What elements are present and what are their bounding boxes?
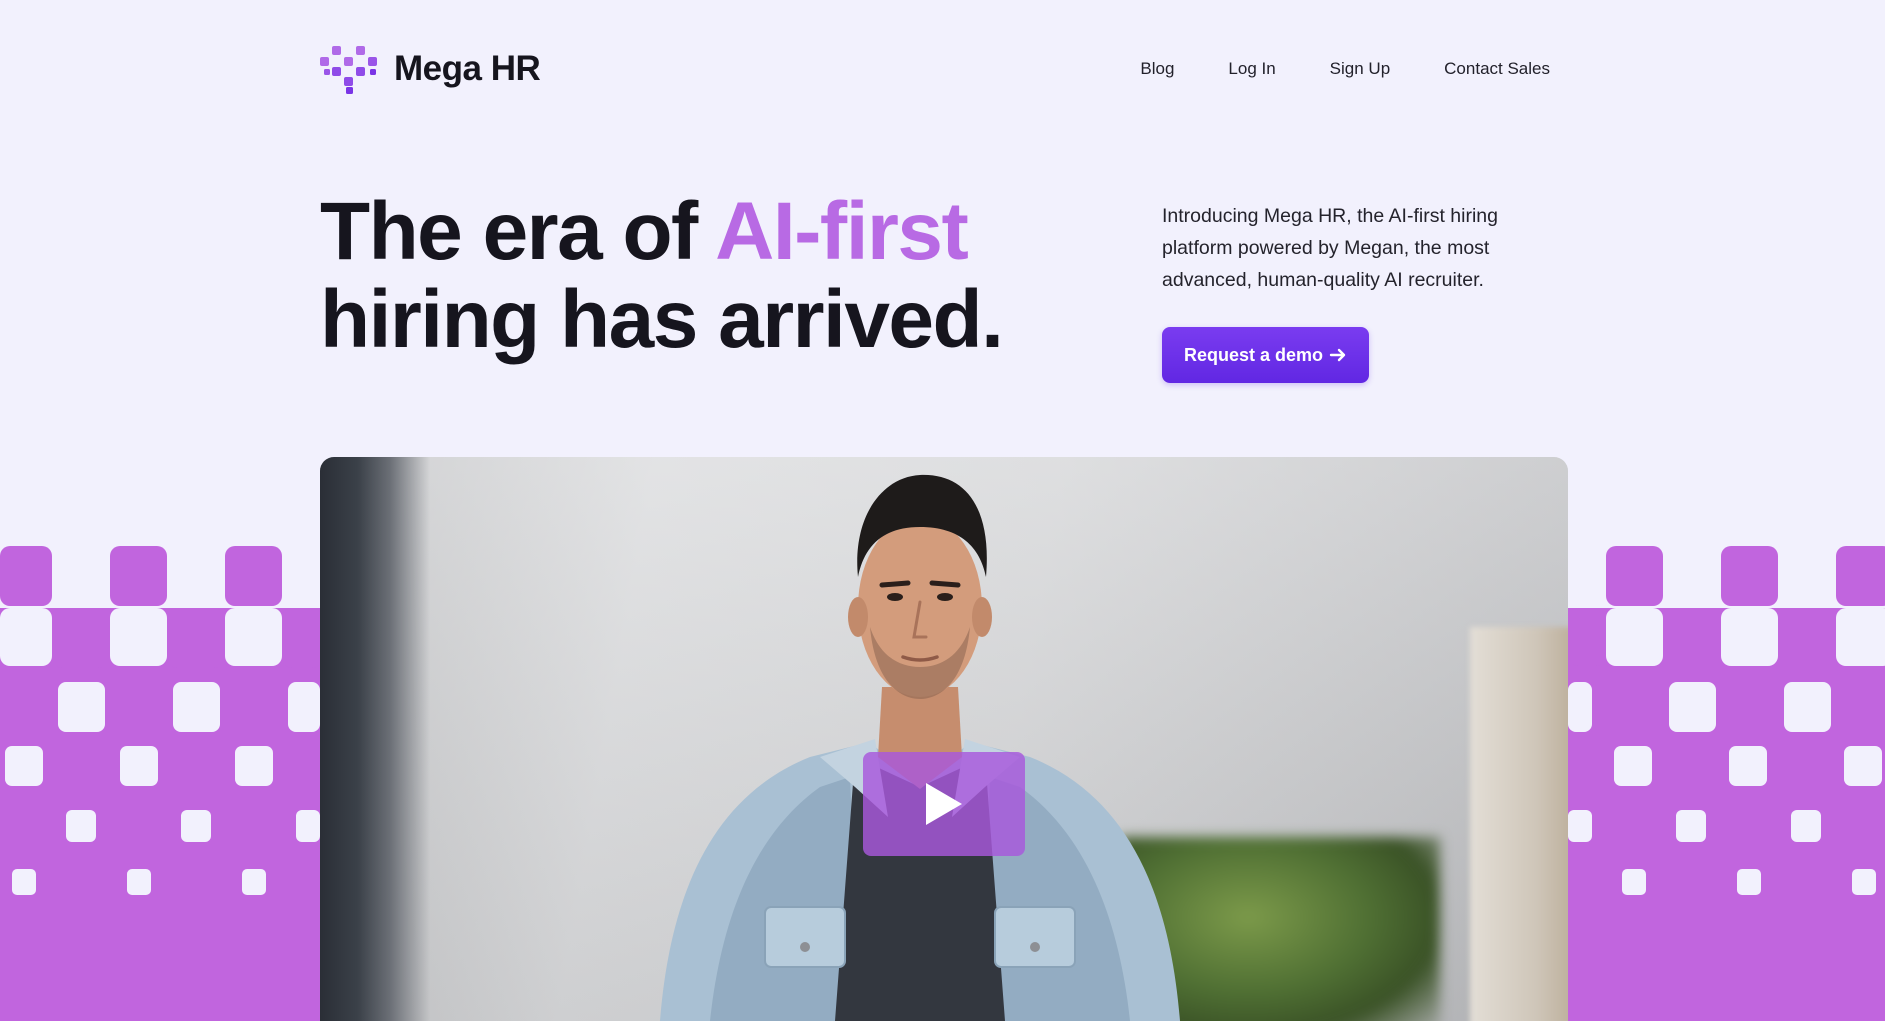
landing-page: Mega HR Blog Log In Sign Up Contact Sale… bbox=[0, 0, 1885, 1021]
site-header: Mega HR Blog Log In Sign Up Contact Sale… bbox=[320, 40, 1550, 98]
decorative-pattern-right bbox=[1568, 546, 1885, 1021]
video-background-shelf bbox=[1470, 627, 1568, 1021]
pixel-pattern-left-graphic bbox=[0, 546, 320, 1021]
hero-title-accent: AI-first bbox=[715, 186, 969, 277]
mega-hr-logo-icon bbox=[320, 46, 377, 94]
hero-title: The era of AI-first hiring has arrived. bbox=[320, 188, 1080, 364]
brand-name: Mega HR bbox=[394, 49, 541, 88]
pixel-pattern-right-graphic bbox=[1568, 546, 1885, 1021]
hero-description: Introducing Mega HR, the AI-first hiring… bbox=[1162, 205, 1498, 291]
request-demo-button[interactable]: Request a demo bbox=[1162, 327, 1370, 383]
main-nav: Blog Log In Sign Up Contact Sales bbox=[1140, 59, 1550, 79]
request-demo-label: Request a demo bbox=[1184, 344, 1324, 365]
intro-video-player[interactable] bbox=[320, 457, 1568, 1021]
brand-home-link[interactable]: Mega HR bbox=[320, 43, 541, 95]
hero-intro: Introducing Mega HR, the AI-first hiring… bbox=[1162, 200, 1562, 383]
hero-title-part2: hiring has arrived. bbox=[320, 274, 1004, 365]
hero-title-part1: The era of bbox=[320, 186, 716, 277]
arrow-right-icon bbox=[1329, 348, 1346, 362]
video-play-button[interactable] bbox=[863, 752, 1025, 856]
nav-contact-sales-link[interactable]: Contact Sales bbox=[1444, 59, 1550, 79]
video-presenter-image bbox=[660, 474, 1180, 1021]
nav-signup-link[interactable]: Sign Up bbox=[1330, 59, 1390, 79]
decorative-pattern-left bbox=[0, 546, 320, 1021]
nav-blog-link[interactable]: Blog bbox=[1140, 59, 1174, 79]
play-icon bbox=[926, 783, 962, 825]
nav-login-link[interactable]: Log In bbox=[1228, 59, 1275, 79]
